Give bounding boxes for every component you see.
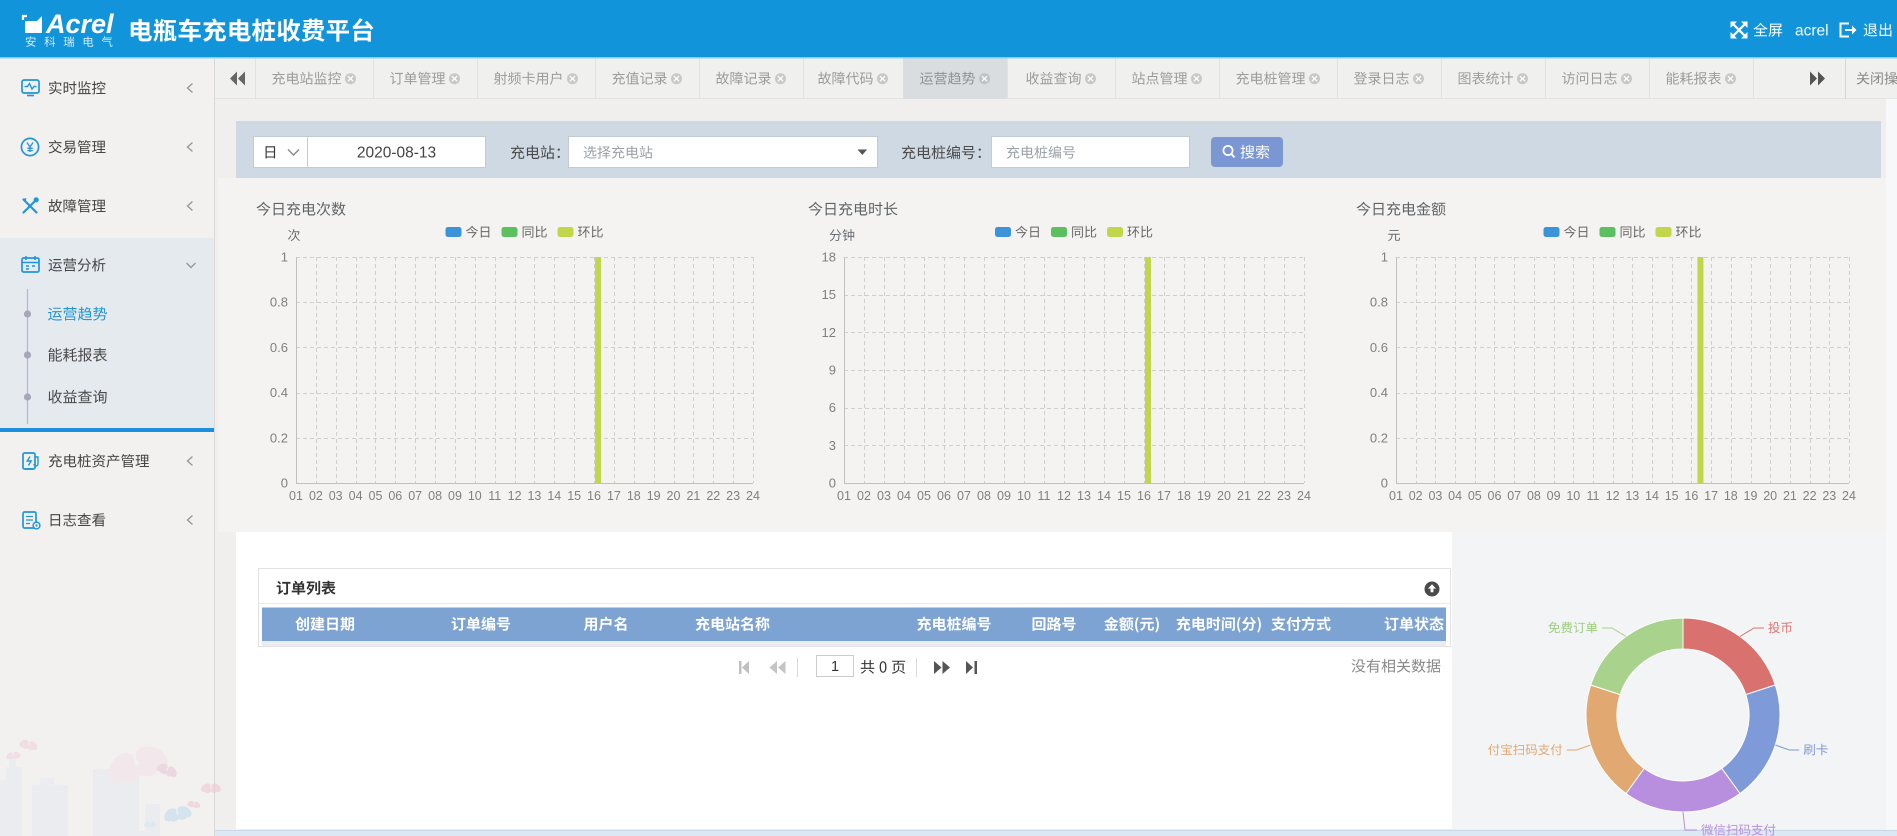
svg-text:10: 10 <box>1566 489 1580 503</box>
svg-text:09: 09 <box>448 489 462 503</box>
svg-text:15: 15 <box>822 287 836 302</box>
svg-text:0.8: 0.8 <box>270 295 288 310</box>
svg-text:0.8: 0.8 <box>1370 295 1388 310</box>
svg-text:19: 19 <box>1744 489 1758 503</box>
svg-text:21: 21 <box>1237 489 1251 503</box>
svg-text:1: 1 <box>1381 250 1388 265</box>
svg-text:0.2: 0.2 <box>1370 430 1388 445</box>
svg-text:3: 3 <box>829 438 836 453</box>
svg-text:14: 14 <box>547 489 561 503</box>
svg-text:acrel: acrel <box>1795 23 1829 40</box>
svg-text:Acrel: Acrel <box>45 9 114 39</box>
svg-text:18: 18 <box>627 489 641 503</box>
svg-text:0.2: 0.2 <box>270 430 288 445</box>
svg-text:23: 23 <box>1822 489 1836 503</box>
svg-text:16: 16 <box>587 489 601 503</box>
svg-text:22: 22 <box>1257 489 1271 503</box>
svg-text:0.4: 0.4 <box>270 385 288 400</box>
svg-text:04: 04 <box>349 489 363 503</box>
svg-text:11: 11 <box>1038 489 1051 503</box>
svg-text:10: 10 <box>468 489 482 503</box>
svg-text:01: 01 <box>289 489 303 503</box>
svg-text:05: 05 <box>369 489 383 503</box>
svg-text:24: 24 <box>746 489 760 503</box>
svg-text:09: 09 <box>997 489 1011 503</box>
svg-text:14: 14 <box>1097 489 1111 503</box>
svg-text:17: 17 <box>607 489 621 503</box>
svg-text:20: 20 <box>1217 489 1231 503</box>
svg-text:05: 05 <box>1468 489 1482 503</box>
svg-text:03: 03 <box>877 489 891 503</box>
svg-text:0: 0 <box>281 476 288 491</box>
svg-text:9: 9 <box>829 363 836 378</box>
svg-text:1: 1 <box>281 250 288 265</box>
svg-text:1: 1 <box>831 659 839 675</box>
svg-text:18: 18 <box>822 250 836 265</box>
svg-text:13: 13 <box>527 489 541 503</box>
svg-text:24: 24 <box>1842 489 1856 503</box>
svg-text:0: 0 <box>1381 476 1388 491</box>
svg-text:12: 12 <box>1057 489 1071 503</box>
svg-text:17: 17 <box>1157 489 1171 503</box>
svg-text:21: 21 <box>686 489 700 503</box>
svg-text:23: 23 <box>726 489 740 503</box>
svg-text:18: 18 <box>1724 489 1738 503</box>
svg-text:11: 11 <box>488 489 501 503</box>
svg-text:07: 07 <box>408 489 422 503</box>
svg-text:03: 03 <box>329 489 343 503</box>
svg-text:07: 07 <box>1507 489 1521 503</box>
svg-text:09: 09 <box>1547 489 1561 503</box>
svg-text:06: 06 <box>1488 489 1502 503</box>
svg-text:01: 01 <box>1389 489 1403 503</box>
svg-text:11: 11 <box>1587 489 1600 503</box>
svg-text:05: 05 <box>917 489 931 503</box>
svg-text:15: 15 <box>1665 489 1679 503</box>
svg-text:22: 22 <box>1803 489 1817 503</box>
svg-text:22: 22 <box>706 489 720 503</box>
svg-text:03: 03 <box>1428 489 1442 503</box>
svg-text:12: 12 <box>1606 489 1620 503</box>
svg-text:12: 12 <box>508 489 522 503</box>
svg-text:07: 07 <box>957 489 971 503</box>
svg-text:12: 12 <box>822 325 836 340</box>
svg-text:17: 17 <box>1704 489 1718 503</box>
svg-text:19: 19 <box>1197 489 1211 503</box>
svg-text:0.4: 0.4 <box>1370 385 1388 400</box>
svg-text:6: 6 <box>829 400 836 415</box>
svg-text:04: 04 <box>1448 489 1462 503</box>
svg-text:02: 02 <box>857 489 871 503</box>
svg-text:02: 02 <box>1409 489 1423 503</box>
svg-text:04: 04 <box>897 489 911 503</box>
svg-text:19: 19 <box>647 489 661 503</box>
svg-text:16: 16 <box>1684 489 1698 503</box>
svg-text:21: 21 <box>1783 489 1797 503</box>
svg-text:08: 08 <box>428 489 442 503</box>
svg-text:15: 15 <box>1117 489 1131 503</box>
svg-text:16: 16 <box>1137 489 1151 503</box>
svg-text:18: 18 <box>1177 489 1191 503</box>
svg-text:14: 14 <box>1645 489 1659 503</box>
svg-text:02: 02 <box>309 489 323 503</box>
svg-text:01: 01 <box>837 489 851 503</box>
svg-text:13: 13 <box>1625 489 1639 503</box>
svg-text:24: 24 <box>1297 489 1311 503</box>
svg-text:2020-08-13: 2020-08-13 <box>357 145 436 162</box>
svg-text:15: 15 <box>567 489 581 503</box>
svg-text:20: 20 <box>667 489 681 503</box>
svg-text:23: 23 <box>1277 489 1291 503</box>
svg-text:08: 08 <box>1527 489 1541 503</box>
svg-text:13: 13 <box>1077 489 1091 503</box>
svg-text:06: 06 <box>388 489 402 503</box>
svg-text:0.6: 0.6 <box>1370 340 1388 355</box>
svg-text:08: 08 <box>977 489 991 503</box>
svg-text:20: 20 <box>1763 489 1777 503</box>
svg-text:0: 0 <box>829 476 836 491</box>
svg-text:0.6: 0.6 <box>270 340 288 355</box>
svg-text:06: 06 <box>937 489 951 503</box>
svg-text:10: 10 <box>1017 489 1031 503</box>
